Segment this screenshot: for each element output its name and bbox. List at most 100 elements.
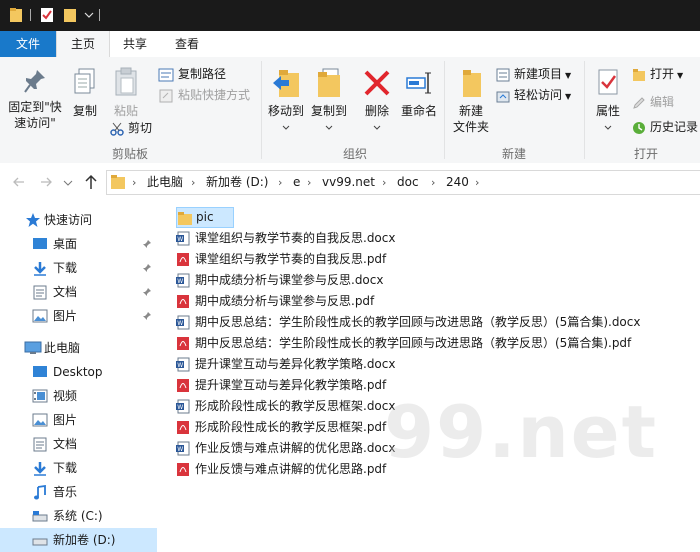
nav-item-videos[interactable]: 视频 [0, 384, 157, 408]
cut-button[interactable]: 剪切 [110, 119, 152, 137]
copy-path-button[interactable]: 复制路径 [158, 65, 226, 83]
file-name: 期中反思总结：学生阶段性成长的教学回顾与改进思路（教学反思）(5篇合集).doc… [195, 315, 641, 329]
nav-item-desktop-qa[interactable]: 桌面 [0, 232, 157, 256]
file-name: 形成阶段性成长的教学反思框架.docx [195, 399, 396, 413]
nav-item-drive-c[interactable]: 系统 (C:) [0, 504, 157, 528]
easy-access-button[interactable]: 轻松访问 ▼ [496, 86, 571, 104]
pin-icon[interactable] [142, 239, 152, 249]
new-item-button[interactable]: 新建项目 ▼ [496, 65, 571, 83]
document-icon [33, 285, 47, 300]
edit-icon [633, 96, 645, 109]
breadcrumb-separator-icon[interactable]: › [191, 171, 195, 194]
pin-icon[interactable] [142, 263, 152, 273]
dropdown-arrow-icon: ▼ [677, 71, 684, 80]
nav-item-desktop[interactable]: Desktop [0, 360, 157, 384]
tab-home[interactable]: 主页 [56, 31, 110, 58]
pin-to-quick-access-button[interactable]: 固定到"快 速访问" [4, 67, 66, 131]
chevron-down-icon [373, 125, 381, 130]
svg-text:W: W [177, 362, 183, 369]
file-name: 形成阶段性成长的教学反思框架.pdf [195, 420, 387, 434]
tab-view[interactable]: 查看 [164, 31, 210, 57]
move-to-button[interactable]: 移动到 [265, 67, 307, 135]
paste-button[interactable]: 粘贴 [108, 67, 144, 119]
new-folder-label-line2: 文件夹 [452, 120, 489, 134]
file-name: 期中成绩分析与课堂参与反思.pdf [195, 294, 375, 308]
tab-file[interactable]: 文件 [0, 31, 56, 57]
breadcrumb-drive-d[interactable]: 新加卷 (D:) [206, 171, 268, 194]
breadcrumb-vv99[interactable]: vv99.net [322, 171, 375, 194]
file-name: 作业反馈与难点讲解的优化思路.docx [195, 441, 396, 455]
folder-item[interactable]: pic [176, 207, 234, 228]
paste-shortcut-icon [159, 89, 173, 102]
nav-this-pc[interactable]: 此电脑 [0, 336, 157, 360]
scissors-icon [110, 122, 124, 136]
nav-item-pictures-qa[interactable]: 图片 [0, 304, 157, 328]
nav-item-downloads[interactable]: 下载 [0, 456, 157, 480]
address-bar[interactable]: › 此电脑 › 新加卷 (D:) › e › vv99.net › doc › … [106, 170, 700, 195]
pin-icon[interactable] [142, 287, 152, 297]
pin-icon[interactable] [142, 311, 152, 321]
group-label-clipboard: 剪贴板 [111, 147, 148, 161]
word-document-icon: W [176, 357, 190, 372]
download-arrow-icon [34, 262, 46, 276]
copy-to-button[interactable]: 复制到 [308, 67, 350, 135]
breadcrumb-this-pc[interactable]: 此电脑 [147, 171, 183, 194]
title-bar [0, 0, 700, 31]
history-button[interactable]: 历史记录 [632, 118, 698, 136]
back-arrow-icon[interactable] [12, 175, 26, 189]
breadcrumb-240[interactable]: 240 [446, 171, 469, 194]
svg-text:W: W [177, 278, 183, 285]
history-icon [633, 121, 645, 134]
open-label: 打开 [650, 67, 675, 81]
breadcrumb-separator-icon[interactable]: › [307, 171, 311, 194]
pdf-document-icon [177, 337, 189, 350]
breadcrumb-doc[interactable]: doc [397, 171, 419, 194]
svg-text:W: W [177, 404, 183, 411]
chevron-down-icon [282, 125, 290, 130]
nav-item-downloads-qa[interactable]: 下载 [0, 256, 157, 280]
new-folder-icon[interactable] [63, 7, 77, 23]
breadcrumb-e[interactable]: e [293, 171, 300, 194]
music-note-icon [34, 485, 46, 500]
copy-button[interactable]: 复制 [68, 67, 102, 119]
pdf-document-icon [177, 295, 189, 308]
file-name: 课堂组织与教学节奏的自我反思.docx [195, 231, 396, 245]
rename-button[interactable]: 重命名 [398, 67, 440, 119]
nav-item-documents[interactable]: 文档 [0, 432, 157, 456]
easy-access-icon [496, 91, 510, 102]
breadcrumb-separator-icon[interactable]: › [382, 171, 386, 194]
nav-label: 此电脑 [44, 341, 81, 355]
nav-label: 下载 [53, 261, 78, 275]
new-folder-label-line1: 新建 [458, 104, 483, 118]
recent-locations-chevron-icon[interactable] [63, 179, 73, 187]
ribbon: 固定到"快 速访问" 复制 粘贴 复制路径 粘贴快捷方式 剪切 剪贴板 移动到 … [0, 57, 700, 164]
nav-item-pictures[interactable]: 图片 [0, 408, 157, 432]
copy-icon [74, 68, 95, 94]
nav-item-documents-qa[interactable]: 文档 [0, 280, 157, 304]
file-icon [176, 336, 190, 358]
open-icon [633, 68, 645, 81]
nav-item-drive-d[interactable]: 新加卷 (D:) [0, 528, 157, 552]
nav-quick-access[interactable]: 快速访问 [0, 208, 157, 232]
breadcrumb-separator-icon[interactable]: › [431, 171, 435, 194]
open-button[interactable]: 打开 ▼ [632, 65, 683, 83]
file-icon: W [176, 357, 190, 379]
nav-label: 图片 [53, 309, 78, 323]
chevron-down-icon [604, 125, 612, 130]
forward-arrow-icon[interactable] [39, 175, 53, 189]
paste-shortcut-button[interactable]: 粘贴快捷方式 [158, 86, 250, 104]
up-arrow-icon[interactable] [84, 174, 98, 190]
breadcrumb-separator-icon[interactable]: › [278, 171, 282, 194]
properties-button[interactable]: 属性 [590, 67, 626, 135]
breadcrumb-separator-icon[interactable]: › [475, 171, 479, 194]
new-folder-button[interactable]: 新建 文件夹 [450, 67, 492, 135]
easy-access-label: 轻松访问 [514, 88, 563, 102]
nav-label: 文档 [53, 285, 78, 299]
properties-icon[interactable] [40, 7, 54, 23]
chevron-down-icon[interactable] [84, 10, 94, 20]
tab-share[interactable]: 共享 [112, 31, 158, 57]
delete-button[interactable]: 删除 [360, 67, 394, 135]
breadcrumb-separator-icon[interactable]: › [132, 171, 136, 194]
edit-button[interactable]: 编辑 [632, 93, 674, 111]
nav-item-music[interactable]: 音乐 [0, 480, 157, 504]
